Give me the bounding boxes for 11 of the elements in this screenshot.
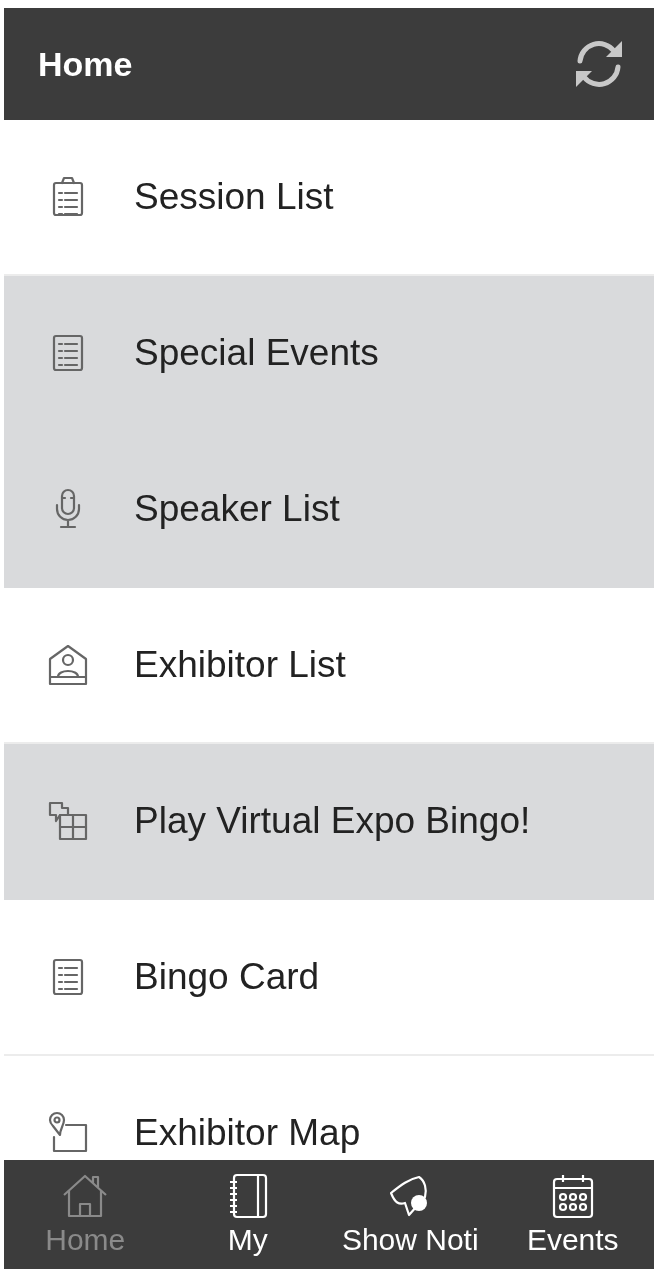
- tab[interactable]: Show Noti: [329, 1160, 492, 1269]
- person-booth-icon: [46, 643, 90, 687]
- home-icon: [62, 1173, 109, 1219]
- puzzle-icon: [46, 799, 90, 843]
- page-title: Home: [38, 44, 133, 84]
- tab[interactable]: My: [166, 1160, 329, 1269]
- map-pin-icon: [46, 1111, 90, 1155]
- menu-item[interactable]: Special Events: [4, 276, 654, 432]
- menu-item[interactable]: Speaker List: [4, 432, 654, 588]
- tab[interactable]: Events: [491, 1160, 654, 1269]
- menu-item[interactable]: Play Virtual Expo Bingo!: [4, 744, 654, 900]
